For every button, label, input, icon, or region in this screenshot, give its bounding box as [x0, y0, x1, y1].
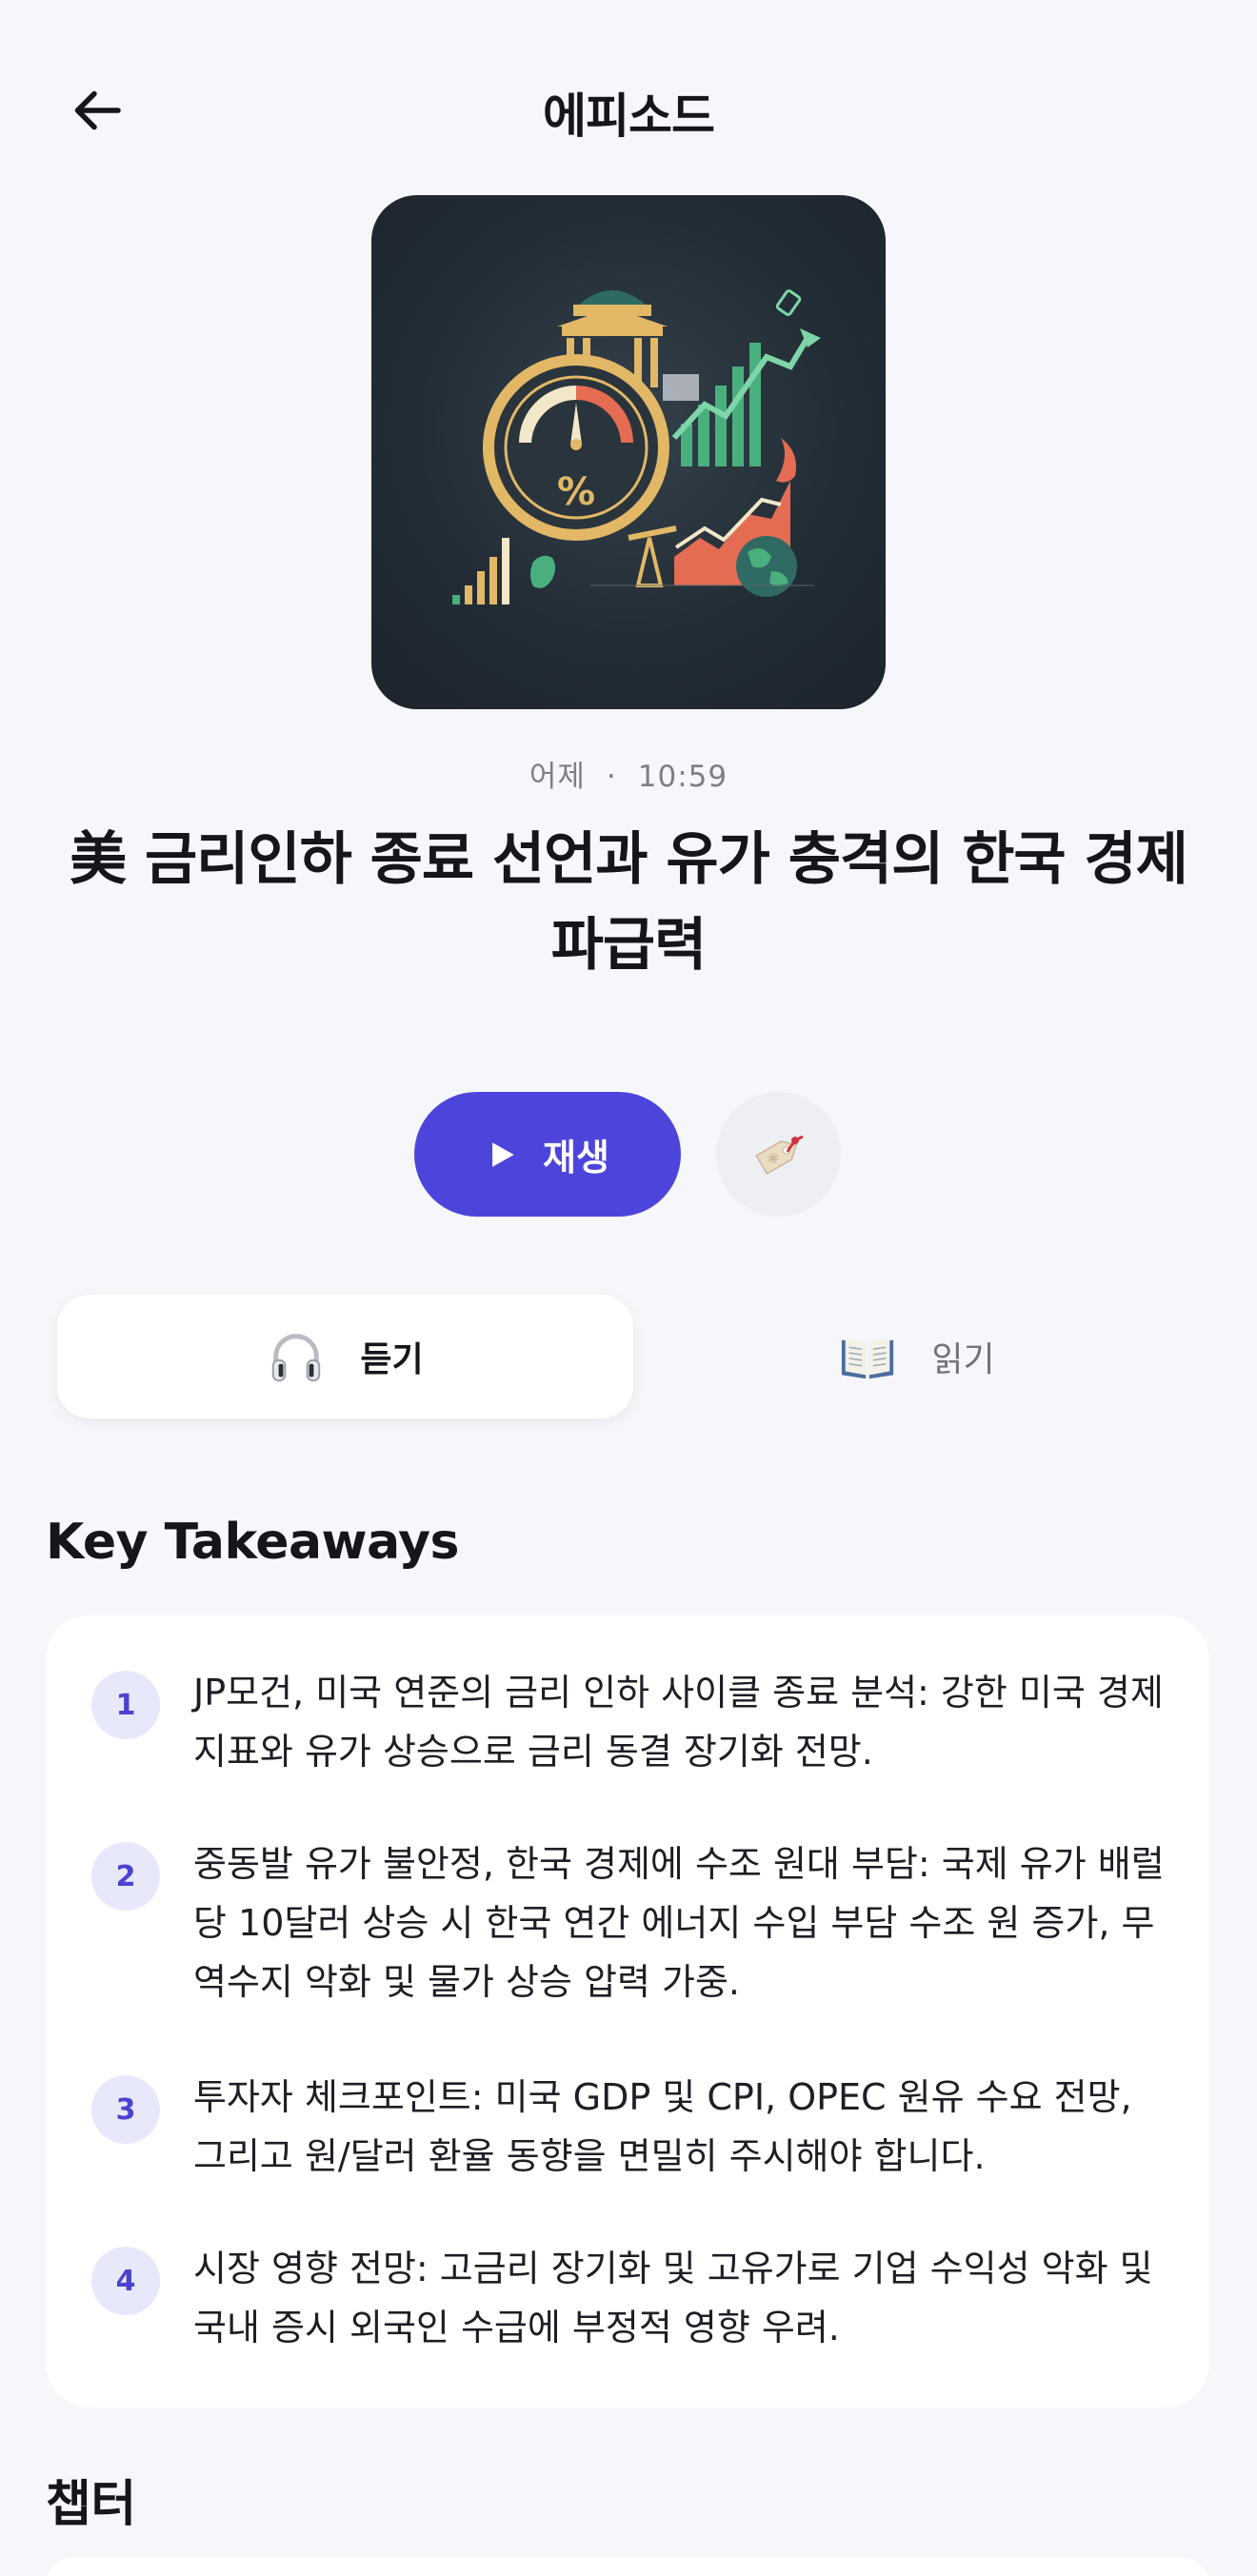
takeaway-number-badge: 1	[91, 1671, 160, 1739]
chapters-card	[46, 2557, 1209, 2576]
play-button[interactable]: 재생	[414, 1092, 681, 1217]
episode-duration: 10:59	[637, 760, 728, 794]
takeaway-text: JP모건, 미국 연준의 금리 인하 사이클 종료 분석: 강한 미국 경제 지…	[193, 1672, 1164, 1773]
episode-cover-art: %	[371, 195, 886, 709]
takeaway-text: 중동발 유가 불안정, 한국 경제에 수조 원대 부담: 국제 유가 배럴당 1…	[193, 1843, 1165, 2003]
play-icon	[492, 1141, 514, 1167]
episode-screen: 에피소드 % 어제 · 10:59 美 금리인하 종료 선언과 유가 충격의 한…	[0, 0, 1257, 2576]
korea-map-icon	[530, 555, 555, 588]
episode-date: 어제	[529, 760, 586, 794]
takeaway-text: 시장 영향 전망: 고금리 장기화 및 고유가로 기업 수익성 악화 및 국내 …	[193, 2248, 1153, 2348]
page-title: 에피소드	[543, 89, 715, 144]
meta-separator: ·	[606, 760, 617, 794]
tab-listen-label: 듣기	[360, 1340, 424, 1379]
globe-icon	[736, 536, 797, 597]
episode-meta: 어제 · 10:59	[0, 752, 1257, 795]
key-takeaways-heading: Key Takeaways	[46, 1514, 459, 1571]
small-bars-icon	[452, 538, 509, 604]
bookmark-tag-icon	[754, 1135, 804, 1175]
takeaway-number-badge: 2	[91, 1842, 160, 1911]
cover-illustration: %	[452, 289, 821, 604]
svg-text:%: %	[557, 470, 595, 514]
bookmark-tag-button[interactable]	[716, 1092, 841, 1217]
key-takeaways-card: 1 JP모건, 미국 연준의 금리 인하 사이클 종료 분석: 강한 미국 경제…	[46, 1615, 1209, 2408]
tab-listen[interactable]: 듣기	[57, 1295, 633, 1418]
action-row: 재생	[0, 1092, 1257, 1219]
open-book-icon	[842, 1338, 894, 1379]
chapters-heading: 챕터	[46, 2476, 136, 2533]
takeaway-number-badge: 3	[91, 2075, 160, 2144]
percent-gauge-icon: %	[483, 354, 669, 541]
header: 에피소드	[0, 57, 1257, 162]
oil-pump-icon	[628, 525, 677, 587]
tab-read[interactable]: 읽기	[628, 1295, 1205, 1418]
play-label: 재생	[543, 1137, 609, 1179]
headphones-icon	[272, 1334, 321, 1382]
takeaway-number-badge: 4	[91, 2247, 160, 2315]
tab-read-label: 읽기	[931, 1340, 995, 1379]
takeaway-text: 투자자 체크포인트: 미국 GDP 및 CPI, OPEC 원유 수요 전망, …	[193, 2076, 1132, 2177]
episode-title: 美 금리인하 종료 선언과 유가 충격의 한국 경제 파급력	[70, 826, 1188, 979]
listen-read-tabs: 듣기 읽기	[52, 1295, 1205, 1422]
